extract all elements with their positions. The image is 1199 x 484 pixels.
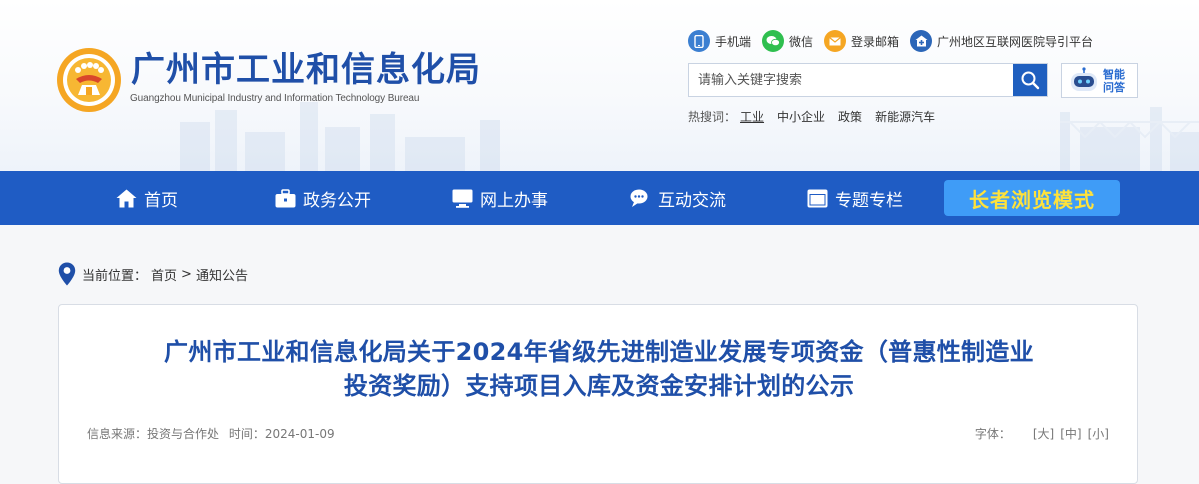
nav-item-home[interactable]: 首页	[116, 171, 178, 225]
robot-icon	[1071, 66, 1097, 91]
nav-label: 政务公开	[303, 190, 371, 211]
nav-item-gov-affairs[interactable]: 政务公开	[275, 171, 371, 225]
article-title-line2: 投资奖励）支持项目入库及资金安排计划的公示	[343, 372, 855, 400]
ai-qa-label: 智能 问答	[1103, 68, 1133, 94]
nav-label: 专题专栏	[835, 190, 903, 211]
hot-word[interactable]: 中小企业	[777, 108, 825, 125]
quick-link-label: 登录邮箱	[851, 34, 900, 49]
breadcrumb-label: 当前位置：	[82, 268, 148, 284]
quick-link-mail[interactable]: 登录邮箱	[824, 30, 899, 52]
ai-qa-button[interactable]: 智能 问答	[1061, 63, 1138, 98]
article-card: 广州市工业和信息化局关于2024年省级先进制造业发展专项资金（普惠性制造业 投资…	[58, 304, 1138, 484]
quick-link-mobile[interactable]: 手机端	[688, 30, 751, 52]
hot-word[interactable]: 工业	[740, 108, 764, 125]
breadcrumb-home[interactable]: 首页	[151, 265, 177, 284]
site-subtitle: Guangzhou Municipal Industry and Informa…	[130, 93, 420, 104]
font-size-small[interactable]: [小]	[1088, 425, 1109, 442]
briefcase-icon	[275, 188, 296, 207]
location-pin-icon	[58, 262, 76, 286]
ai-label-line2: 问答	[1103, 80, 1125, 94]
ai-label-line1: 智能	[1103, 67, 1125, 81]
hot-word[interactable]: 政策	[838, 108, 862, 125]
chat-icon	[630, 189, 648, 207]
monitor-icon	[452, 189, 473, 208]
hot-word[interactable]: 新能源汽车	[875, 108, 935, 125]
quick-link-label: 手机端	[715, 34, 752, 49]
quick-link-label: 广州地区互联网医院导引平台	[937, 34, 1094, 49]
article-title-line1: 广州市工业和信息化局关于2024年省级先进制造业发展专项资金（普惠性制造业	[164, 338, 1034, 366]
article-meta: 信息来源：投资与合作处 时间：2024-01-09	[87, 425, 341, 442]
hot-search-label: 热搜词：	[688, 110, 737, 124]
search-input[interactable]	[689, 64, 1011, 96]
quick-link-label: 微信	[789, 34, 814, 49]
nav-label: 首页	[144, 190, 178, 211]
breadcrumb: 当前位置： 首页 > 通知公告	[58, 262, 248, 286]
window-icon	[807, 189, 828, 207]
site-title: 广州市工业和信息化局	[131, 50, 481, 90]
elder-mode-button[interactable]: 长者浏览模式	[944, 180, 1120, 216]
site-header: 广州市工业和信息化局 Guangzhou Municipal Industry …	[0, 0, 1199, 171]
mail-icon	[824, 30, 847, 52]
search-icon	[1021, 71, 1040, 90]
hot-search: 热搜词： 工业 中小企业 政策 新能源汽车	[688, 108, 948, 125]
font-size-medium[interactable]: [中]	[1060, 425, 1081, 442]
quick-link-wechat[interactable]: 微信	[762, 30, 813, 52]
wechat-icon	[762, 30, 785, 52]
font-size-label: 字体：	[974, 427, 1011, 441]
nav-label: 网上办事	[480, 190, 548, 211]
hospital-icon	[910, 30, 933, 52]
nav-item-online-service[interactable]: 网上办事	[452, 171, 548, 225]
article-time: 时间：2024-01-09	[228, 427, 335, 441]
article-source: 信息来源：投资与合作处	[87, 427, 220, 441]
quick-links: 手机端 微信 登录邮箱 广州地区互联网医院导引平台	[688, 29, 1104, 53]
home-icon	[116, 189, 137, 207]
nav-item-special-topics[interactable]: 专题专栏	[807, 171, 903, 225]
quick-link-hospital[interactable]: 广州地区互联网医院导引平台	[910, 30, 1093, 52]
main-nav: 首页 政务公开 网上办事 互动交流 专题专栏 长者浏览模式	[0, 171, 1199, 225]
nav-label: 互动交流	[658, 190, 726, 211]
bureau-logo-icon[interactable]	[56, 47, 122, 113]
font-size-controls: 字体： [大] [中] [小]	[975, 425, 1109, 442]
article-title: 广州市工业和信息化局关于2024年省级先进制造业发展专项资金（普惠性制造业 投资…	[59, 335, 1139, 403]
phone-icon	[688, 30, 710, 52]
nav-item-interaction[interactable]: 互动交流	[630, 171, 726, 225]
breadcrumb-separator: >	[181, 266, 192, 282]
search-box	[688, 63, 1048, 97]
font-size-large[interactable]: [大]	[1033, 425, 1054, 442]
breadcrumb-notices[interactable]: 通知公告	[196, 265, 248, 284]
search-button[interactable]	[1013, 64, 1047, 96]
